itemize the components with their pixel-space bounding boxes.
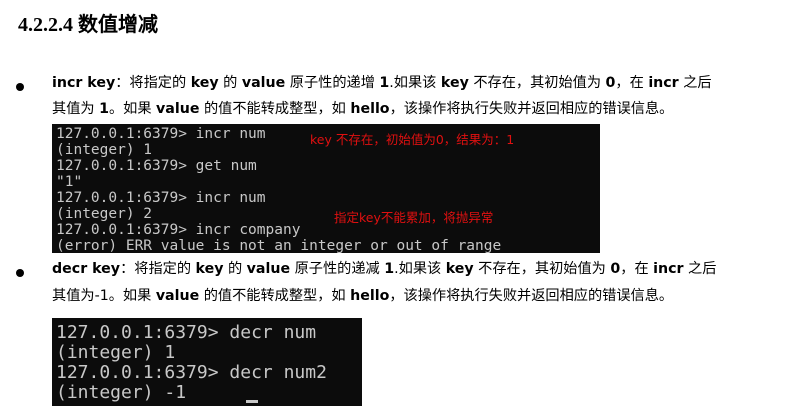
terminal-cursor [246,400,258,403]
text-run: 。如果 [108,101,157,117]
terminal-line: (integer) 2 [56,206,153,222]
text-run: ：将指定的 [120,261,196,277]
text-run: 1 [384,261,395,277]
terminal-line: (integer) 1 [56,142,153,158]
text-run: 的 [218,75,242,91]
terminal-line: (integer) 1 [56,342,176,363]
text-run: key [440,75,469,91]
text-run: 0 [605,75,616,91]
text-run: ，在 [615,75,649,91]
text-run: 原子性的递减 [290,261,385,277]
text-run: ，在 [620,261,654,277]
text-run: ，该操作将执行失败并返回相应的错误信息。 [389,101,674,117]
incr-line-1: incr key：将指定的 key 的 value 原子性的递增 1.如果该 k… [52,70,792,97]
text-run: 的 [223,261,247,277]
bullet-decr [16,269,24,277]
terminal-line: 127.0.0.1:6379> get num [56,158,257,174]
terminal-line: 127.0.0.1:6379> incr num [56,190,266,206]
decr-line-1: decr key：将指定的 key 的 value 原子性的递减 1.如果该 k… [52,256,792,283]
text-run: 原子性的递增 [285,75,380,91]
text-run: key [190,75,219,91]
text-run: 。如果 [108,288,156,304]
text-run: hello [350,101,390,117]
section-title: 数值增减 [78,14,158,36]
text-run: 之后 [678,75,712,91]
text-run: .如果该 [389,75,441,91]
terminal-line: 127.0.0.1:6379> decr num2 [56,362,327,383]
terminal-line: "1" [56,174,83,190]
terminal-line: (error) ERR value is not an integer or o… [56,238,502,253]
text-run: 的值不能转成整型，如 [199,288,351,304]
decr-line-2: 其值为-1。如果 value 的值不能转成整型，如 hello，该操作将执行失败… [52,283,792,310]
text-run: value [246,261,291,277]
incr-terminal: 127.0.0.1:6379> incr num (integer) 1 127… [52,124,600,253]
text-run: 的值不能转成整型，如 [199,101,351,117]
section-heading: 4.2.2.4 数值增减 [18,8,158,37]
text-run: value [156,101,200,117]
decr-terminal: 127.0.0.1:6379> decr num (integer) 1 127… [52,318,362,406]
text-run: 不存在，其初始值为 [473,261,611,277]
text-run: key [445,261,474,277]
text-run: hello [350,288,390,304]
section-number: 4.2.2.4 [18,14,73,36]
text-run: 其值为 [52,101,100,117]
text-run: 1 [379,75,390,91]
text-run: -1 [94,288,109,304]
text-run: key [195,261,224,277]
text-run: incr key [52,75,116,91]
terminal-line: 127.0.0.1:6379> decr num [56,322,317,343]
annotation-initial-value: key 不存在，初始值为0，结果为：1 [310,132,515,147]
terminal-line: (integer) -1 [56,382,187,403]
terminal-line: 127.0.0.1:6379> incr num [56,126,266,142]
text-run: ：将指定的 [115,75,191,91]
annotation-error: 指定key不能累加，将抛异常 [334,210,494,225]
text-run: incr [653,261,684,277]
text-run: 不存在，其初始值为 [468,75,606,91]
incr-line-2: 其值为 1。如果 value 的值不能转成整型，如 hello，该操作将执行失败… [52,96,792,123]
text-run: 0 [610,261,621,277]
text-run: value [241,75,286,91]
text-run: value [155,288,200,304]
text-run: 1 [99,101,109,117]
text-run: .如果该 [394,261,446,277]
terminal-line: 127.0.0.1:6379> incr company [56,222,301,238]
bullet-incr [16,83,24,91]
text-run: decr key [52,261,121,277]
text-run: ，该操作将执行失败并返回相应的错误信息。 [389,288,674,304]
text-run: 之后 [683,261,717,277]
text-run: 其值为 [52,288,95,304]
text-run: incr [648,75,679,91]
